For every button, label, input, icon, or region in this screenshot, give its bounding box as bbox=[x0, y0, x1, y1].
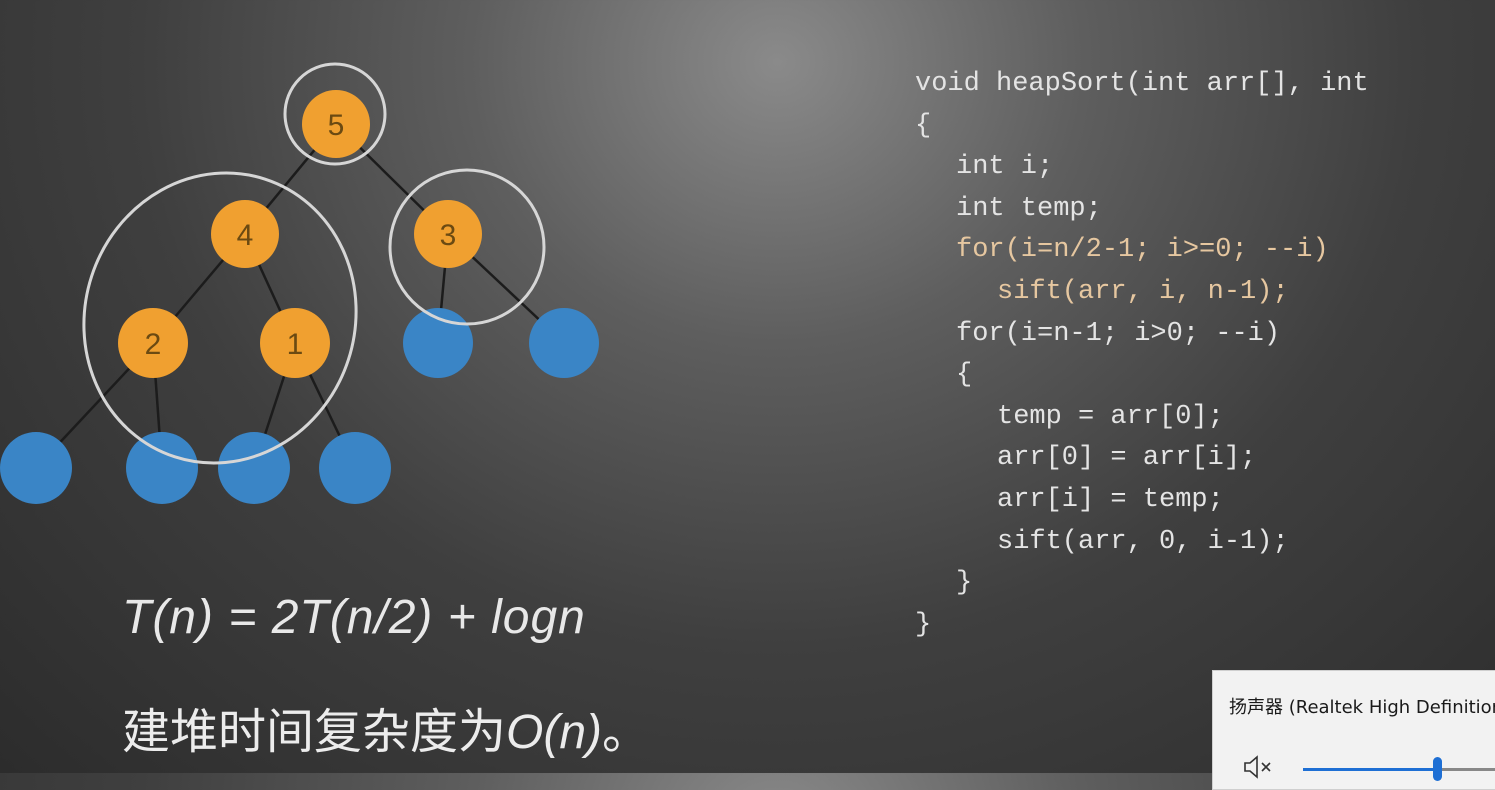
code-line: } bbox=[915, 609, 932, 640]
tree-node-1-label: 1 bbox=[287, 328, 304, 361]
code-line: arr[i] = temp; bbox=[997, 484, 1224, 515]
heap-tree-diagram: 5 4 3 2 1 bbox=[0, 62, 599, 504]
code-line: void heapSort(int arr[], int bbox=[915, 69, 1369, 99]
volume-slider-fill bbox=[1303, 768, 1437, 771]
audio-device-name[interactable]: 扬声器 (Realtek High Definition Audio) bbox=[1229, 693, 1495, 719]
code-line: arr[0] = arr[i]; bbox=[997, 443, 1257, 474]
complexity-note: 建堆时间复杂度为O(n)。 bbox=[122, 692, 650, 762]
tree-node-2-label: 2 bbox=[145, 328, 162, 361]
tree-node-5-label: 5 bbox=[328, 109, 345, 142]
tree-node-b4 bbox=[319, 432, 391, 504]
code-line: sift(arr, i, n-1); bbox=[997, 276, 1289, 307]
recurrence-formula: T(n) = 2T(n/2) + logn bbox=[122, 591, 586, 644]
speaker-muted-icon[interactable] bbox=[1243, 755, 1277, 783]
complexity-note-suffix: 。 bbox=[602, 704, 651, 760]
heapsort-code-listing: void heapSort(int arr[], int { int i; int t… bbox=[915, 64, 1369, 646]
code-line: for(i=n-1; i>0; --i) bbox=[956, 318, 1281, 349]
volume-slider-thumb[interactable] bbox=[1433, 757, 1442, 781]
code-line: { bbox=[956, 360, 973, 391]
subtree-highlight-circles bbox=[82, 62, 546, 465]
code-line: int i; bbox=[956, 152, 1054, 183]
code-line: { bbox=[915, 110, 932, 141]
volume-flyout[interactable]: 扬声器 (Realtek High Definition Audio) bbox=[1212, 670, 1495, 790]
tree-node-b1 bbox=[0, 432, 72, 504]
code-line: for(i=n/2-1; i>=0; --i) bbox=[956, 235, 1329, 266]
tree-node-3-label: 3 bbox=[440, 219, 457, 252]
tree-node-b2 bbox=[126, 432, 198, 504]
tree-node-b3 bbox=[218, 432, 290, 504]
code-line: int temp; bbox=[956, 193, 1102, 224]
complexity-note-expr: O(n) bbox=[506, 706, 603, 759]
volume-slider[interactable] bbox=[1303, 757, 1495, 781]
tree-node-b6 bbox=[529, 308, 599, 378]
code-line: sift(arr, 0, i-1); bbox=[997, 526, 1289, 557]
code-line: temp = arr[0]; bbox=[997, 401, 1224, 432]
tree-node-4-label: 4 bbox=[237, 219, 254, 252]
code-line: } bbox=[956, 568, 973, 599]
complexity-note-text: 建堆时间复杂度为 bbox=[122, 704, 507, 760]
